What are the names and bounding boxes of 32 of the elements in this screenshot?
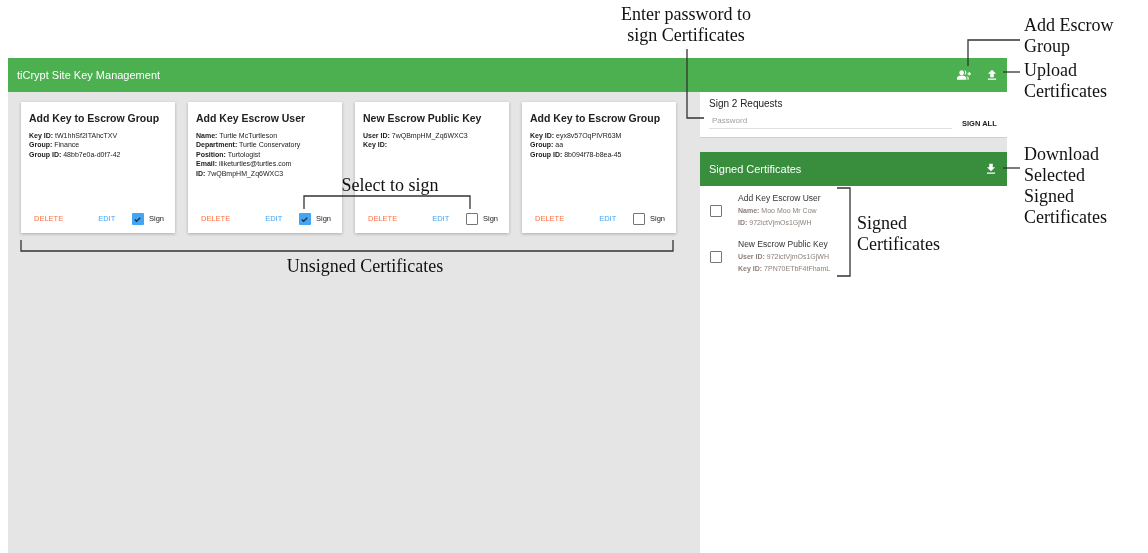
leader-line bbox=[967, 39, 1021, 67]
signed-item-title: New Escrow Public Key bbox=[738, 238, 829, 251]
checkbox[interactable] bbox=[633, 213, 645, 225]
checkbox[interactable] bbox=[466, 213, 478, 225]
leader-line bbox=[686, 48, 705, 119]
annotation: Signed Certificates bbox=[857, 213, 940, 255]
annotation: Enter password to sign Certificates bbox=[620, 4, 752, 46]
upload-icon[interactable] bbox=[985, 68, 999, 82]
download-icon[interactable] bbox=[984, 162, 998, 176]
card-title: Add Key to Escrow Group bbox=[29, 111, 161, 126]
card-title: New Escrow Public Key bbox=[363, 111, 483, 126]
add-group-icon[interactable] bbox=[957, 68, 971, 82]
checkbox[interactable] bbox=[299, 213, 311, 225]
check-icon bbox=[300, 214, 310, 224]
card-title: Add Key Escrow User bbox=[196, 111, 307, 126]
password-field[interactable]: Password bbox=[709, 115, 952, 129]
card-title: Add Key to Escrow Group bbox=[530, 111, 662, 126]
app-title: tiCrypt Site Key Management bbox=[17, 67, 162, 83]
signed-item-title: Add Key Escrow User bbox=[738, 192, 821, 205]
annotation: Upload Certificates bbox=[1024, 60, 1107, 102]
annotation: Add Escrow Group bbox=[1024, 15, 1114, 57]
check-icon bbox=[133, 214, 143, 224]
checkbox[interactable] bbox=[710, 204, 722, 217]
checkbox[interactable] bbox=[132, 213, 144, 225]
leader-line bbox=[1002, 71, 1021, 73]
checkbox[interactable] bbox=[710, 250, 722, 263]
annotation: Unsigned Certificates bbox=[285, 256, 445, 277]
leader-line bbox=[1002, 167, 1021, 169]
sign-panel-title: Sign 2 Requests bbox=[709, 97, 784, 111]
annotation: Select to sign bbox=[340, 175, 440, 196]
annotation: Download Selected Signed Certificates bbox=[1024, 144, 1107, 228]
signed-title: Signed Certificates bbox=[709, 161, 803, 177]
